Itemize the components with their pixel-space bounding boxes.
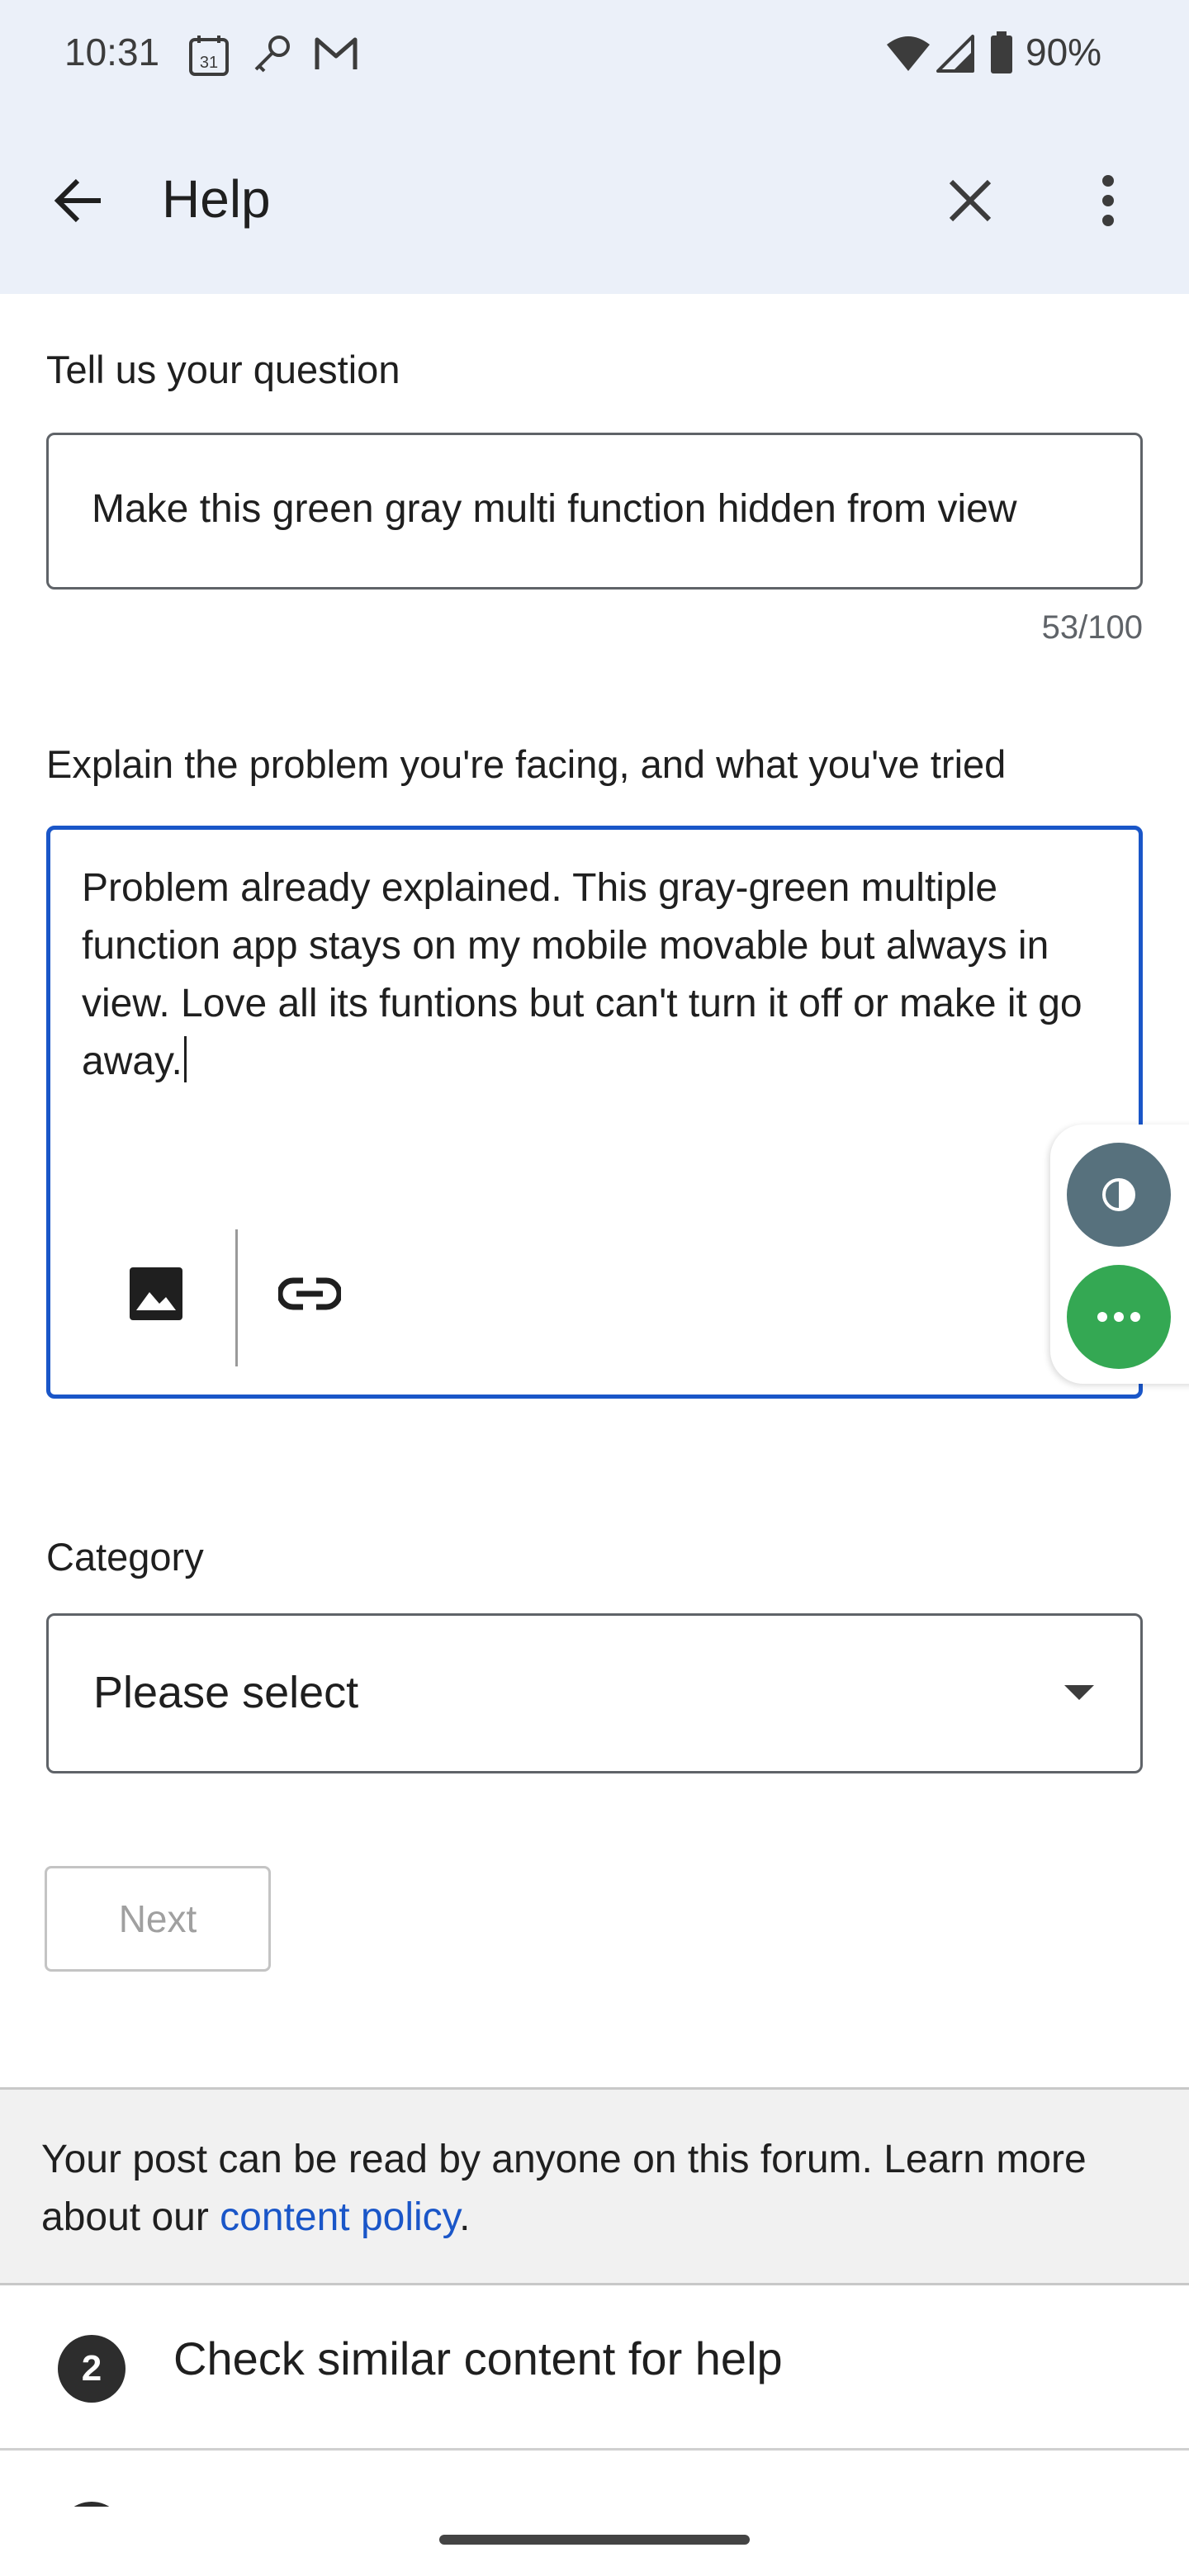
content-policy-link[interactable]: content policy (220, 2195, 459, 2239)
question-input[interactable]: Make this green gray multi function hidd… (46, 433, 1143, 590)
description-label: Explain the problem you're facing, and w… (46, 742, 1007, 786)
gmail-icon (314, 35, 358, 77)
step-title: Check similar content for help (173, 2332, 783, 2384)
category-label: Category (46, 1535, 204, 1579)
dropdown-arrow-icon (1063, 1683, 1096, 1706)
description-value: Problem already explained. This gray-gre… (82, 866, 1082, 1083)
next-button[interactable]: Next (45, 1866, 271, 1972)
contrast-button[interactable] (1067, 1143, 1171, 1247)
wifi-icon (885, 35, 931, 77)
notice-text-main: Your post can be read by anyone on this … (41, 2138, 1087, 2239)
notice-text-end: . (459, 2195, 471, 2239)
calendar-icon: 31 (187, 33, 231, 82)
more-options-button[interactable] (1067, 1265, 1171, 1369)
contrast-icon (1101, 1177, 1137, 1217)
step-2-row[interactable]: 2 Check similar content for help (0, 2285, 1189, 2451)
notice-text: Your post can be read by anyone on this … (41, 2131, 1131, 2247)
link-icon[interactable] (277, 1276, 343, 1316)
toolbar-divider (235, 1229, 238, 1366)
signal-icon (936, 35, 974, 77)
more-vert-icon[interactable] (1097, 173, 1120, 232)
calendar-day: 31 (200, 54, 218, 72)
category-select-value: Please select (93, 1668, 359, 1717)
status-time: 10:31 (64, 31, 160, 73)
more-horiz-icon (1094, 1309, 1144, 1329)
question-input-value: Make this green gray multi function hidd… (92, 487, 1017, 531)
battery-percent: 90% (1026, 31, 1102, 73)
back-arrow-icon[interactable] (51, 173, 106, 232)
battery-icon (989, 31, 1014, 78)
image-icon[interactable] (128, 1266, 184, 1326)
description-textarea[interactable]: Problem already explained. This gray-gre… (46, 826, 1143, 1399)
question-char-counter: 53/100 (1041, 609, 1143, 646)
content-policy-notice: Your post can be read by anyone on this … (0, 2087, 1189, 2285)
step-number-badge: 2 (58, 2335, 126, 2403)
question-label: Tell us your question (46, 348, 400, 391)
page-title: Help (162, 169, 271, 229)
description-text-container: Problem already explained. This gray-gre… (82, 859, 1106, 1091)
key-icon (251, 33, 294, 80)
home-indicator[interactable] (439, 2535, 750, 2545)
category-select[interactable]: Please select (46, 1613, 1143, 1773)
text-cursor (183, 1036, 187, 1082)
close-icon[interactable] (948, 178, 992, 227)
